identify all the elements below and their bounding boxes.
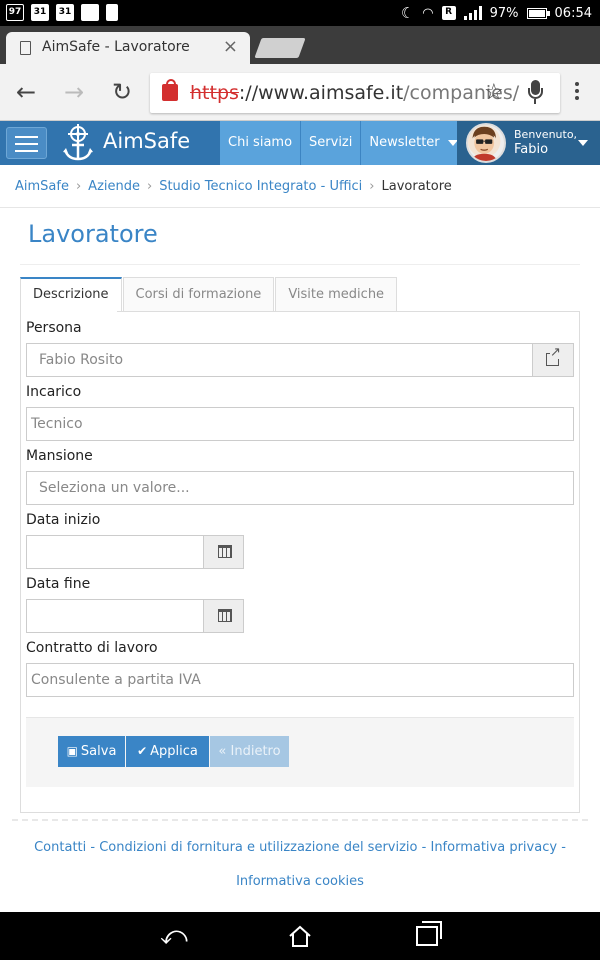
reload-icon[interactable]: ↻ xyxy=(112,78,132,106)
browser-menu-icon[interactable] xyxy=(572,82,582,104)
back-nav-icon[interactable]: ⤺ xyxy=(160,922,188,950)
battery-percent: 97% xyxy=(489,5,519,21)
data-fine-label: Data fine xyxy=(26,576,91,592)
back-button[interactable]: « Indietro xyxy=(210,736,289,767)
nav-link-chi-siamo[interactable]: Chi siamo xyxy=(220,121,302,165)
footer-link-privacy[interactable]: Informativa privacy xyxy=(430,840,557,855)
calendar-icon xyxy=(218,545,232,558)
footer-link-condizioni[interactable]: Condizioni di fornitura e utilizzazione … xyxy=(99,840,417,855)
battery-icon xyxy=(526,7,550,19)
breadcrumb-current: Lavoratore xyxy=(381,178,452,194)
user-menu[interactable]: Benvenuto, Fabio xyxy=(457,121,600,165)
page-title: Lavoratore xyxy=(28,220,158,248)
calendar-icon: 31 xyxy=(31,4,49,21)
mansione-label: Mansione xyxy=(26,448,93,464)
page-icon xyxy=(20,41,31,55)
hamburger-menu-button[interactable] xyxy=(6,127,47,159)
browser-tab-strip: AimSafe - Lavoratore × xyxy=(0,26,600,64)
anchor-logo-icon xyxy=(63,124,93,161)
new-tab-button[interactable] xyxy=(254,38,306,58)
contratto-label: Contratto di lavoro xyxy=(26,640,158,656)
notification-badge-icon: 97 xyxy=(6,4,24,21)
open-persona-button[interactable] xyxy=(532,343,574,377)
android-navigation-bar: ⤺ xyxy=(0,912,600,960)
recent-apps-icon[interactable] xyxy=(416,921,442,946)
tab-corsi-di-formazione[interactable]: Corsi di formazione xyxy=(122,277,275,312)
mansione-select[interactable]: Seleziona un valore... xyxy=(26,471,574,505)
user-name: Fabio xyxy=(514,142,549,157)
footer-link-cookies[interactable]: Informativa cookies xyxy=(0,874,600,889)
home-nav-icon[interactable] xyxy=(288,925,312,947)
moon-icon: ☾ xyxy=(400,4,415,22)
chevron-down-icon xyxy=(578,140,588,146)
insecure-lock-icon xyxy=(162,79,178,101)
persona-label: Persona xyxy=(26,320,82,336)
user-avatar-icon xyxy=(468,125,501,161)
gallery-icon xyxy=(81,4,99,21)
tab-descrizione[interactable]: Descrizione xyxy=(20,277,122,312)
browser-tab-active[interactable]: AimSafe - Lavoratore × xyxy=(6,32,250,64)
forward-arrow-icon[interactable]: → xyxy=(64,78,84,106)
incarico-label: Incarico xyxy=(26,384,82,400)
site-navbar: AimSafe Chi siamo Servizi Newsletter Ben… xyxy=(0,121,600,165)
footer-separator: - xyxy=(421,840,427,855)
breadcrumb-aziende[interactable]: Aziende xyxy=(88,179,140,194)
data-fine-calendar-button[interactable] xyxy=(203,599,244,633)
footer-link-contatti[interactable]: Contatti xyxy=(34,840,86,855)
title-divider xyxy=(20,264,580,265)
breadcrumb-company[interactable]: Studio Tecnico Integrato - Uffici xyxy=(159,179,362,194)
browser-tab-title: AimSafe - Lavoratore xyxy=(42,39,190,55)
url-text: https://www.aimsafe.it/companies/ xyxy=(190,82,520,104)
chevron-right-icon: › xyxy=(147,178,153,194)
site-brand-name[interactable]: AimSafe xyxy=(103,129,190,153)
signal-icon xyxy=(463,6,482,20)
avatar xyxy=(466,123,506,163)
browser-toolbar: ← → ↻ https://www.aimsafe.it/companies/ xyxy=(0,64,600,121)
data-inizio-field[interactable] xyxy=(26,535,204,569)
data-inizio-label: Data inizio xyxy=(26,512,101,528)
footer-links: Contatti - Condizioni di fornitura e uti… xyxy=(0,839,600,857)
contratto-field[interactable]: Consulente a partita IVA xyxy=(26,663,574,697)
calendar-icon: 31 xyxy=(56,4,74,21)
tab-visite-mediche[interactable]: Visite mediche xyxy=(275,277,398,312)
data-fine-field[interactable] xyxy=(26,599,204,633)
android-status-bar: 97 31 31 ☾ ◠ R 97% 06:54 xyxy=(0,0,600,26)
floppy-disk-icon: ▣ xyxy=(66,744,78,758)
close-tab-icon[interactable]: × xyxy=(223,36,238,57)
incarico-field[interactable]: Tecnico xyxy=(26,407,574,441)
wifi-icon: ◠ xyxy=(422,5,434,21)
breadcrumb-aimsafe[interactable]: AimSafe xyxy=(15,179,69,194)
save-button-label: Salva xyxy=(80,744,117,759)
calendar-icon xyxy=(218,609,232,622)
save-button[interactable]: ▣ Salva xyxy=(58,736,125,767)
apply-button-label: Applica xyxy=(150,744,198,759)
footer-separator: - xyxy=(561,840,566,855)
footer-divider xyxy=(12,819,588,821)
nav-link-newsletter-label: Newsletter xyxy=(369,135,440,150)
file-icon xyxy=(106,4,118,21)
form-tabs: Descrizione Corsi di formazione Visite m… xyxy=(20,277,398,312)
status-right-icons: ☾ ◠ R 97% 06:54 xyxy=(401,4,592,22)
data-inizio-calendar-button[interactable] xyxy=(203,535,244,569)
breadcrumb: AimSafe › Aziende › Studio Tecnico Integ… xyxy=(0,165,600,208)
clock: 06:54 xyxy=(554,5,592,21)
roaming-icon: R xyxy=(441,6,456,20)
status-left-icons: 97 31 31 xyxy=(6,4,118,21)
back-arrow-icon[interactable]: ← xyxy=(16,78,36,106)
nav-link-servizi[interactable]: Servizi xyxy=(301,121,362,165)
user-welcome-text: Benvenuto, xyxy=(514,128,578,141)
nav-links: Chi siamo Servizi Newsletter xyxy=(220,121,471,165)
checkmark-icon: ✔ xyxy=(137,744,148,758)
nav-link-newsletter[interactable]: Newsletter xyxy=(361,121,471,165)
microphone-icon[interactable] xyxy=(528,80,543,106)
chevron-right-icon: › xyxy=(369,178,375,194)
persona-field[interactable]: Fabio Rosito xyxy=(26,343,533,377)
bookmark-star-icon[interactable]: ☆ xyxy=(484,80,504,105)
apply-button[interactable]: ✔ Applica xyxy=(126,736,209,767)
external-link-icon xyxy=(546,346,561,366)
footer-separator: - xyxy=(90,840,96,855)
chevron-right-icon: › xyxy=(75,178,82,194)
